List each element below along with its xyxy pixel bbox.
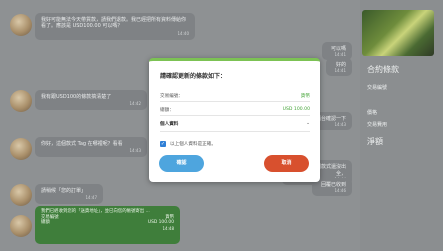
personal-info-expander[interactable]: 個人資料 ⌄ — [160, 121, 310, 127]
personal-info-label: 個人資料 — [160, 122, 179, 127]
message-time: 14:47 — [85, 195, 97, 201]
chat-message-own: 好的 14:41 — [326, 58, 352, 76]
message-time: 14:40 — [177, 30, 189, 36]
consent-label: 以上個人資料是正確。 — [170, 142, 216, 147]
product-thumbnail[interactable] — [362, 10, 434, 56]
chevron-down-icon: ⌄ — [306, 121, 310, 126]
dialog-row-transaction: 交易編號： 貨幣 — [160, 93, 310, 99]
sidebar-item-fee: 交易費用 — [367, 122, 388, 128]
cancel-button[interactable]: 取消 — [264, 155, 309, 172]
sidebar-title: 合約條款 — [367, 65, 399, 74]
message-time: 14:48 — [162, 226, 174, 232]
divider — [160, 131, 310, 132]
avatar — [10, 14, 32, 36]
chat-message: 你好，這個款式 Tag 在哪裡呢？看看 14:43 — [35, 137, 147, 158]
sidebar-item-price: 價格 — [367, 110, 378, 116]
avatar — [10, 138, 32, 160]
divider — [160, 115, 310, 116]
chat-message: 請稍候「您的訂單」 14:47 — [35, 184, 103, 205]
checkbox-checked-icon[interactable]: ✓ — [160, 141, 166, 147]
message-time: 14:42 — [129, 101, 141, 107]
sidebar-item-transaction-id: 交易編號 — [367, 85, 388, 91]
row-value: 貨幣 — [300, 94, 310, 99]
message-time: 14:46 — [334, 188, 346, 193]
message-time: 14:43 — [129, 148, 141, 154]
row-label: 交易編號： — [160, 94, 183, 99]
dialog-title: 請確認更新的條款如下： — [160, 73, 227, 80]
dialog-row-total: 總額： USD 100.00 — [160, 107, 310, 113]
message-time: 14:41 — [334, 68, 346, 73]
divider — [160, 101, 310, 102]
row-value: USD 100.00 — [282, 107, 310, 112]
message-text: 你好，這個款式 Tag 在哪裡呢？看看 — [41, 141, 123, 147]
transaction-summary-card: 我們已經收到您的「送貨地址」，並已向您的帳號寄出 ... 交易編號 貨幣 總額 … — [35, 206, 180, 244]
avatar — [10, 215, 32, 237]
confirm-terms-dialog: 請確認更新的條款如下： 交易編號： 貨幣 總額： USD 100.00 個人資料… — [149, 58, 320, 182]
avatar — [10, 184, 32, 206]
message-time: 14:41 — [334, 52, 346, 57]
chat-message: 我好可能無法今天帶貨款，請我們退款。我已經把所有資料傳給你看了。應該是 USD1… — [35, 13, 195, 40]
consent-checkbox-row[interactable]: ✓ 以上個人資料是正確。 — [160, 141, 216, 147]
message-text: 我有跟USD100的條款搞清楚了 — [41, 94, 112, 100]
row-label: 總額： — [160, 108, 174, 113]
message-text: 請稍候「您的訂單」 — [41, 188, 87, 194]
confirm-button[interactable]: 確認 — [159, 155, 204, 172]
sidebar-total-label: 淨額 — [367, 137, 383, 146]
avatar — [10, 90, 32, 112]
card-row-label: 總額 — [41, 220, 50, 226]
message-text: 我好可能無法今天帶貨款，請我們退款。我已經把所有資料傳給你看了。應該是 USD1… — [41, 17, 187, 30]
chat-message: 我有跟USD100的條款搞清楚了 14:42 — [35, 90, 147, 111]
